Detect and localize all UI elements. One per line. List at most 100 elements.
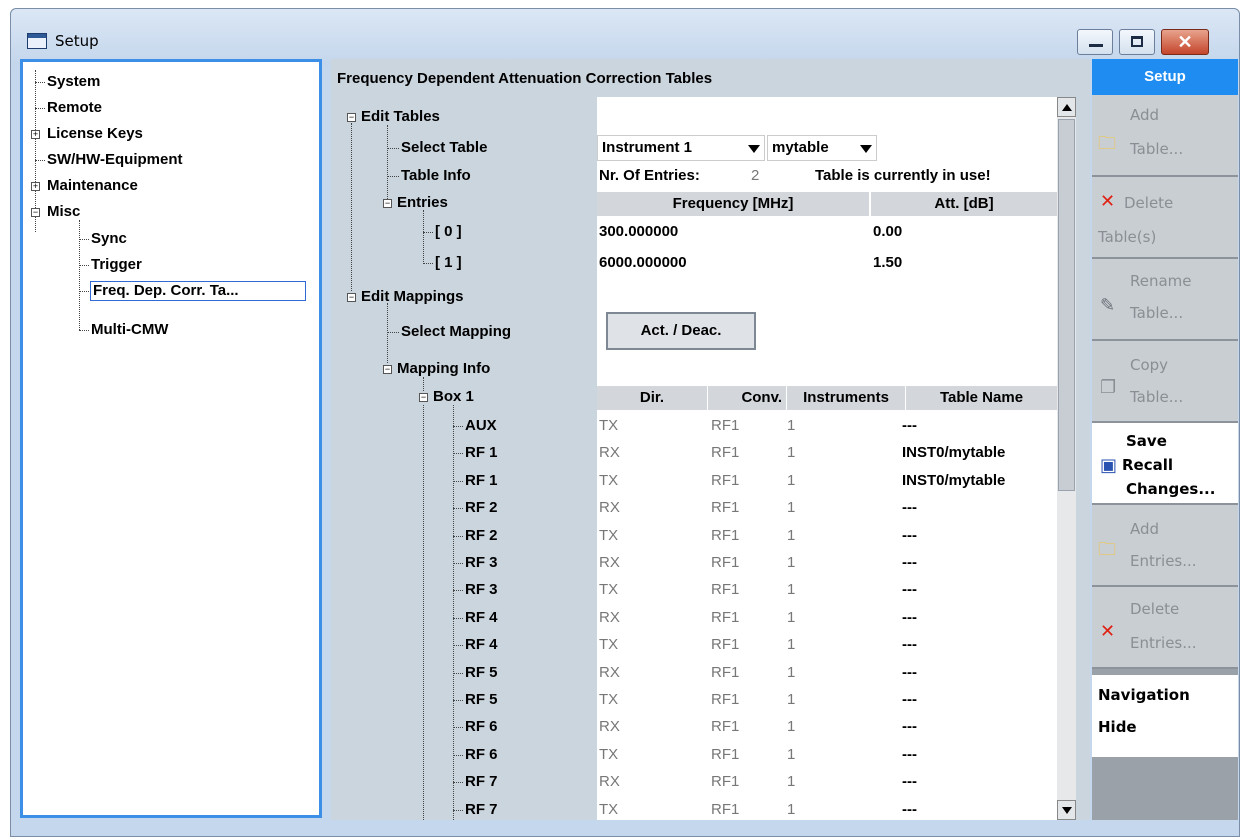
- tree-connector-label[interactable]: RF 4: [465, 636, 498, 653]
- mapping-dir-cell: RX: [599, 444, 620, 462]
- tree-connector-label[interactable]: RF 4: [465, 609, 498, 626]
- expand-plus-icon[interactable]: +: [31, 130, 40, 139]
- scroll-thumb[interactable]: [1058, 119, 1075, 491]
- navigation-button[interactable]: Navigation: [1098, 685, 1190, 705]
- scroll-up-button[interactable]: [1057, 97, 1076, 117]
- collapse-minus-icon[interactable]: −: [31, 208, 40, 217]
- tree-connector-label[interactable]: RF 1: [465, 444, 498, 461]
- tree-connector: [79, 291, 89, 292]
- softkey-label: Recall: [1122, 456, 1174, 474]
- hide-button[interactable]: Hide: [1098, 717, 1137, 737]
- tree-connector-label[interactable]: RF 6: [465, 718, 498, 735]
- rename-table-softkey[interactable]: ✎ Rename Table...: [1092, 259, 1238, 341]
- att-column-header: Att. [dB]: [871, 192, 1057, 216]
- activate-deactivate-button[interactable]: Act. / Deac.: [606, 312, 756, 350]
- save-recall-softkey[interactable]: ▣ Save Recall Changes...: [1092, 423, 1238, 505]
- tree-connector: [79, 220, 80, 330]
- tree-item-trigger[interactable]: Trigger: [91, 256, 142, 274]
- softkey-label: Copy: [1130, 356, 1169, 374]
- tree-connector-label[interactable]: RF 2: [465, 527, 498, 544]
- delete-tables-softkey[interactable]: ✕ Delete Table(s): [1092, 177, 1238, 259]
- add-table-softkey[interactable]: 🗀 Add Table...: [1092, 95, 1238, 177]
- mapping-conv-cell: RF1: [711, 745, 740, 763]
- tree-item-remote[interactable]: Remote: [47, 99, 102, 117]
- folder-add-icon: 🗀: [1098, 539, 1116, 560]
- tree-connector: [387, 148, 399, 149]
- close-icon: ✕: [1177, 32, 1193, 52]
- tree-table-info[interactable]: Table Info: [401, 167, 471, 184]
- mapping-conv-cell: RF1: [711, 417, 740, 434]
- tree-connector: [453, 809, 463, 811]
- arrow-down-icon: [1062, 807, 1072, 814]
- mapping-dir-cell: TX: [599, 636, 619, 654]
- tree-item-freq-dep-corr[interactable]: Freq. Dep. Corr. Ta...: [90, 281, 306, 301]
- tree-box-1[interactable]: Box 1: [433, 388, 474, 405]
- delete-entries-softkey[interactable]: ✕ Delete Entries...: [1092, 587, 1238, 669]
- tree-connector-label[interactable]: RF 2: [465, 499, 498, 516]
- instrument-select[interactable]: Instrument 1: [597, 135, 765, 161]
- tree-connector: [453, 727, 463, 729]
- tree-connector-label[interactable]: RF 5: [465, 691, 498, 708]
- softkey-panel: Setup 🗀 Add Table... ✕ Delete Table(s) ✎…: [1092, 59, 1238, 820]
- tree-item-system[interactable]: System: [47, 73, 100, 91]
- collapse-minus-icon[interactable]: −: [419, 393, 428, 402]
- tree-mapping-info[interactable]: Mapping Info: [397, 360, 490, 377]
- mapping-instruments-cell: 1: [787, 663, 796, 681]
- mapping-dir-cell: RX: [599, 663, 620, 681]
- tree-item-sync[interactable]: Sync: [91, 230, 127, 248]
- tree-connector: [453, 405, 454, 820]
- mapping-instruments-cell: 1: [787, 636, 796, 654]
- entry-0-att[interactable]: 0.00: [873, 223, 902, 240]
- mapping-table-name-cell: ---: [902, 499, 917, 517]
- tree-connector-label[interactable]: RF 5: [465, 664, 498, 681]
- tree-entry-1[interactable]: [ 1 ]: [435, 254, 462, 271]
- tree-connector-label[interactable]: AUX: [465, 417, 497, 434]
- tree-connector: [453, 645, 463, 647]
- mapping-dir-cell: RX: [599, 608, 620, 626]
- tree-item-sw-hw-equipment[interactable]: SW/HW-Equipment: [47, 151, 183, 169]
- collapse-minus-icon[interactable]: −: [347, 293, 356, 302]
- mapping-table-name-cell: ---: [902, 581, 917, 599]
- table-select[interactable]: mytable: [767, 135, 877, 161]
- tree-connector-label[interactable]: RF 1: [465, 472, 498, 489]
- mapping-conv-cell: RF1: [711, 691, 740, 708]
- tree-connector-label[interactable]: RF 7: [465, 801, 498, 818]
- tree-connector: [423, 232, 433, 233]
- tree-edit-tables[interactable]: Edit Tables: [361, 108, 440, 125]
- chevron-down-icon: [748, 145, 760, 153]
- mapping-conv-cell: RF1: [711, 663, 740, 681]
- mapping-instruments-cell: 1: [787, 718, 796, 736]
- vertical-scrollbar[interactable]: [1057, 97, 1076, 820]
- save-icon: ▣: [1100, 455, 1118, 476]
- tree-connector-label[interactable]: RF 3: [465, 554, 498, 571]
- entry-1-att[interactable]: 1.50: [873, 254, 902, 271]
- tree-item-license-keys[interactable]: License Keys: [47, 125, 143, 143]
- tree-connector: [453, 453, 463, 455]
- setup-nav-tree: System Remote + License Keys SW/HW-Equip…: [20, 59, 322, 818]
- tree-connector: [35, 108, 45, 109]
- entry-0-frequency[interactable]: 300.000000: [599, 223, 678, 240]
- expand-plus-icon[interactable]: +: [31, 182, 40, 191]
- tree-item-multi-cmw[interactable]: Multi-CMW: [91, 321, 168, 339]
- tree-connector-label[interactable]: RF 6: [465, 746, 498, 763]
- maximize-button[interactable]: [1119, 29, 1155, 55]
- minimize-button[interactable]: [1077, 29, 1113, 55]
- tree-item-misc[interactable]: Misc: [47, 203, 80, 221]
- tree-edit-mappings[interactable]: Edit Mappings: [361, 288, 464, 305]
- add-entries-softkey[interactable]: 🗀 Add Entries...: [1092, 505, 1238, 587]
- entry-1-frequency[interactable]: 6000.000000: [599, 254, 687, 271]
- collapse-minus-icon[interactable]: −: [383, 199, 392, 208]
- copy-table-softkey[interactable]: ❐ Copy Table...: [1092, 341, 1238, 423]
- collapse-minus-icon[interactable]: −: [383, 365, 392, 374]
- scroll-down-button[interactable]: [1057, 800, 1076, 820]
- tree-entries[interactable]: Entries: [397, 194, 448, 211]
- tree-select-mapping[interactable]: Select Mapping: [401, 323, 511, 340]
- tree-item-maintenance[interactable]: Maintenance: [47, 177, 138, 195]
- tree-connector-label[interactable]: RF 7: [465, 773, 498, 790]
- close-button[interactable]: ✕: [1161, 29, 1209, 55]
- tree-select-table[interactable]: Select Table: [401, 139, 487, 156]
- tree-entry-0[interactable]: [ 0 ]: [435, 223, 462, 240]
- collapse-minus-icon[interactable]: −: [347, 113, 356, 122]
- softkey-label: Table(s): [1098, 228, 1157, 246]
- tree-connector-label[interactable]: RF 3: [465, 581, 498, 598]
